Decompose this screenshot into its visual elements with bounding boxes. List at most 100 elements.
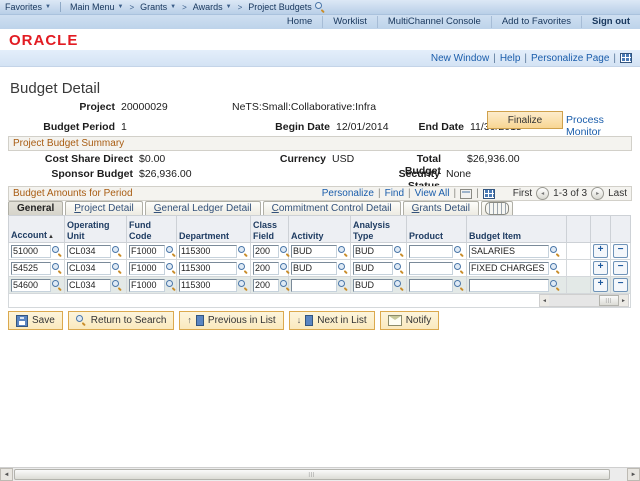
scroll-left-icon[interactable]: ◄ xyxy=(540,295,549,306)
budget-item-input[interactable] xyxy=(469,261,549,275)
col-class-field[interactable]: Class Field xyxy=(250,215,289,243)
add-row-button[interactable]: + xyxy=(593,261,608,275)
breadcrumb-awards[interactable]: Awards ▼ xyxy=(188,2,237,12)
next-in-list-button[interactable]: ↓ Next in List xyxy=(288,311,375,330)
col-fund-code[interactable]: Fund Code xyxy=(126,215,177,243)
lookup-icon[interactable] xyxy=(166,245,177,257)
activity-input[interactable] xyxy=(291,244,337,258)
lookup-icon[interactable] xyxy=(112,245,123,257)
lookup-icon[interactable] xyxy=(338,279,349,291)
lookup-icon[interactable] xyxy=(394,279,405,291)
process-monitor-link[interactable]: Process Monitor xyxy=(566,114,640,138)
lookup-icon[interactable] xyxy=(550,262,561,274)
lookup-icon[interactable] xyxy=(112,262,123,274)
product-input[interactable] xyxy=(409,261,453,275)
sign-out-link[interactable]: Sign out xyxy=(581,16,640,28)
analysis-type-input[interactable] xyxy=(353,278,393,292)
class-field-input[interactable] xyxy=(253,278,279,292)
col-product[interactable]: Product xyxy=(406,215,467,243)
lookup-icon[interactable] xyxy=(166,279,177,291)
download-grid-icon[interactable] xyxy=(482,188,495,199)
lookup-icon[interactable] xyxy=(338,245,349,257)
analysis-type-input[interactable] xyxy=(353,261,393,275)
col-department[interactable]: Department xyxy=(176,215,251,243)
breadcrumb-project-budgets[interactable]: Project Budgets xyxy=(243,1,331,13)
scrollbar-thumb[interactable]: ||| xyxy=(599,295,619,306)
zoom-grid-icon[interactable] xyxy=(460,188,473,199)
worklist-link[interactable]: Worklist xyxy=(322,16,377,28)
return-to-search-button[interactable]: Return to Search xyxy=(67,311,175,330)
account-input[interactable] xyxy=(11,278,51,292)
scroll-left-icon[interactable]: ◄ xyxy=(0,468,13,481)
account-input[interactable] xyxy=(11,244,51,258)
multichannel-console-link[interactable]: MultiChannel Console xyxy=(376,16,491,28)
account-input[interactable] xyxy=(11,261,51,275)
lookup-icon[interactable] xyxy=(238,279,249,291)
operating-unit-input[interactable] xyxy=(67,278,111,292)
fund-code-input[interactable] xyxy=(129,244,165,258)
help-link[interactable]: Help xyxy=(496,53,525,64)
new-window-link[interactable]: New Window xyxy=(427,53,493,64)
activity-input[interactable] xyxy=(291,261,337,275)
lookup-icon[interactable] xyxy=(112,279,123,291)
lookup-icon[interactable] xyxy=(394,245,405,257)
department-input[interactable] xyxy=(179,244,237,258)
budget-item-input[interactable] xyxy=(469,278,549,292)
lookup-icon[interactable] xyxy=(166,262,177,274)
lookup-icon[interactable] xyxy=(52,279,63,291)
activity-input[interactable] xyxy=(291,278,337,292)
col-analysis-type[interactable]: Analysis Type xyxy=(350,215,407,243)
find-link[interactable]: Find xyxy=(385,188,404,199)
department-input[interactable] xyxy=(179,278,237,292)
scrollbar-thumb[interactable]: ||| xyxy=(14,469,610,480)
view-all-link[interactable]: View All xyxy=(415,188,450,199)
main-menu[interactable]: Main Menu ▼ xyxy=(65,2,128,12)
product-input[interactable] xyxy=(409,278,453,292)
col-budget-item[interactable]: Budget Item xyxy=(466,215,567,243)
tab-project-detail[interactable]: Project Detail xyxy=(65,201,143,215)
search-icon[interactable] xyxy=(314,1,326,13)
operating-unit-input[interactable] xyxy=(67,244,111,258)
finalize-button[interactable]: Finalize xyxy=(487,111,563,129)
delete-row-button[interactable]: − xyxy=(613,261,628,275)
tab-show-all-columns[interactable] xyxy=(480,201,513,215)
lookup-icon[interactable] xyxy=(550,245,561,257)
lookup-icon[interactable] xyxy=(338,262,349,274)
class-field-input[interactable] xyxy=(253,261,279,275)
page-horizontal-scrollbar[interactable]: ◄ ||| ► xyxy=(0,467,640,481)
col-account[interactable]: Account▲ xyxy=(8,215,65,243)
col-operating-unit[interactable]: Operating Unit xyxy=(64,215,127,243)
breadcrumb-grants[interactable]: Grants ▼ xyxy=(135,2,181,12)
lookup-icon[interactable] xyxy=(394,262,405,274)
lookup-icon[interactable] xyxy=(454,245,465,257)
save-button[interactable]: Save xyxy=(8,311,63,330)
operating-unit-input[interactable] xyxy=(67,261,111,275)
add-row-button[interactable]: + xyxy=(593,278,608,292)
scroll-right-icon[interactable]: ► xyxy=(627,468,640,481)
fund-code-input[interactable] xyxy=(129,261,165,275)
tab-grants-detail[interactable]: Grants Detail xyxy=(402,201,479,215)
lookup-icon[interactable] xyxy=(238,262,249,274)
personalize-link[interactable]: Personalize xyxy=(322,188,374,199)
favorites-menu[interactable]: Favorites ▼ xyxy=(0,2,56,12)
lookup-icon[interactable] xyxy=(454,262,465,274)
lookup-icon[interactable] xyxy=(280,245,291,257)
personalize-page-link[interactable]: Personalize Page xyxy=(527,53,613,64)
lookup-icon[interactable] xyxy=(238,245,249,257)
product-input[interactable] xyxy=(409,244,453,258)
tab-general[interactable]: General xyxy=(8,201,64,215)
previous-page-icon[interactable]: ◂ xyxy=(536,187,550,200)
add-row-button[interactable]: + xyxy=(593,244,608,258)
lookup-icon[interactable] xyxy=(454,279,465,291)
fund-code-input[interactable] xyxy=(129,278,165,292)
personalize-layout-icon[interactable] xyxy=(620,53,632,63)
tab-general-ledger-detail[interactable]: General Ledger Detail xyxy=(144,201,261,215)
delete-row-button[interactable]: − xyxy=(613,278,628,292)
scroll-right-icon[interactable]: ► xyxy=(619,295,628,306)
department-input[interactable] xyxy=(179,261,237,275)
home-link[interactable]: Home xyxy=(277,16,322,28)
first-label[interactable]: First xyxy=(513,188,532,199)
lookup-icon[interactable] xyxy=(52,262,63,274)
add-to-favorites-link[interactable]: Add to Favorites xyxy=(490,16,581,28)
lookup-icon[interactable] xyxy=(280,279,291,291)
